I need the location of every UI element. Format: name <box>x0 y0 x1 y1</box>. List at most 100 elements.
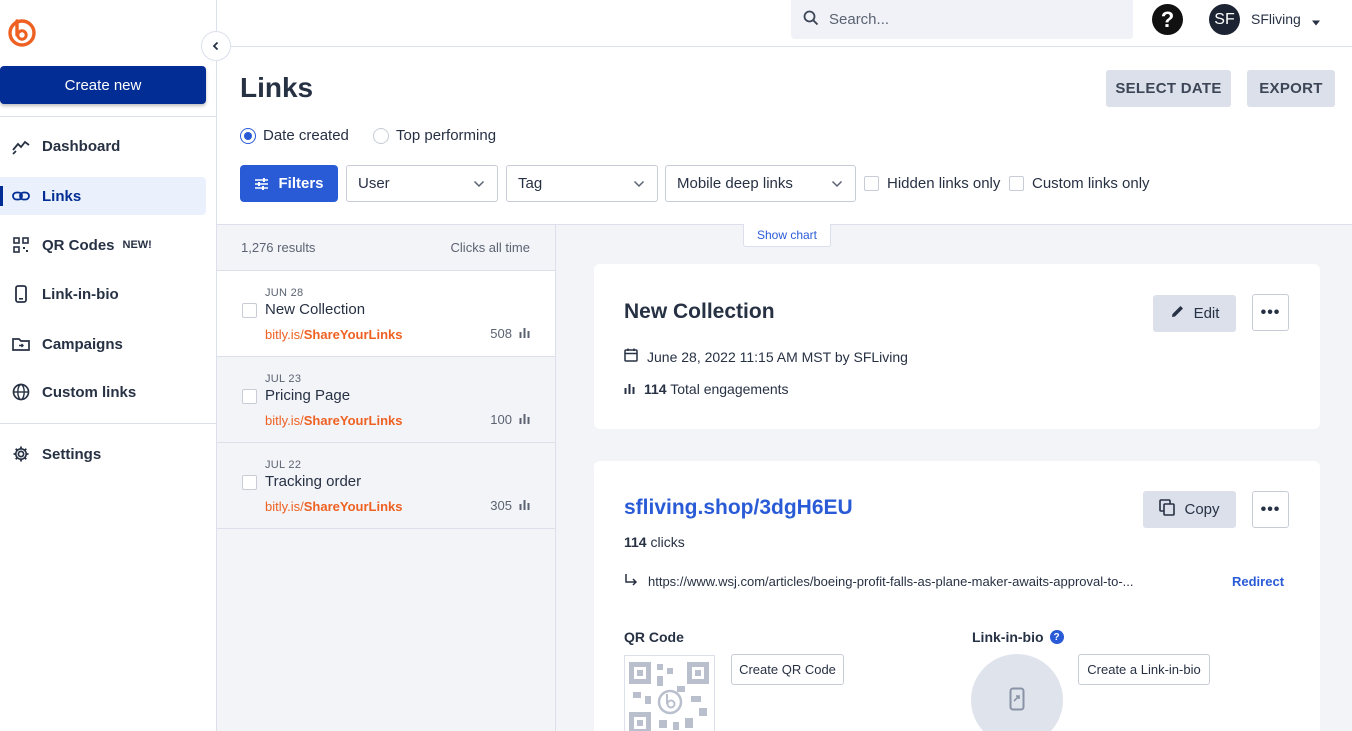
gear-icon <box>12 445 30 463</box>
checkbox-label: Custom links only <box>1032 175 1150 192</box>
list-item[interactable]: JUL 22 Tracking order bitly.is/ShareYour… <box>217 443 555 529</box>
link-title: New Collection <box>265 301 366 318</box>
custom-links-only-checkbox[interactable]: Custom links only <box>1009 175 1150 192</box>
clicks-summary: 114 clicks <box>624 534 685 550</box>
destination-url[interactable]: https://www.wsj.com/articles/boeing-prof… <box>648 574 1134 589</box>
sidebar-item-links[interactable]: Links <box>0 177 206 215</box>
filters-label: Filters <box>278 175 324 192</box>
sliders-icon <box>254 177 269 191</box>
bitly-logo-icon[interactable] <box>6 16 38 48</box>
search-box[interactable] <box>791 0 1133 39</box>
radio-unselected <box>373 127 389 144</box>
row-checkbox[interactable] <box>242 303 257 318</box>
radio-selected <box>240 127 256 144</box>
link-in-bio-label-text: Link-in-bio <box>972 629 1044 645</box>
bar-chart-icon <box>519 326 530 341</box>
tag-select[interactable]: Tag <box>506 165 658 202</box>
short-link-backhalf: ShareYourLinks <box>303 413 403 428</box>
link-title: Tracking order <box>265 473 362 490</box>
sidebar-item-link-in-bio[interactable]: Link-in-bio <box>0 275 206 313</box>
created-meta: June 28, 2022 11:15 AM MST by SFLiving <box>624 348 908 365</box>
search-input[interactable] <box>829 11 1109 28</box>
link-clicks: 305 <box>490 498 530 513</box>
sidebar-item-custom-links[interactable]: Custom links <box>0 373 206 411</box>
trend-icon <box>12 137 30 155</box>
link-list-panel: 1,276 results Clicks all time JUN 28 New… <box>217 225 556 731</box>
short-link-domain: bitly.is/ <box>265 499 304 514</box>
help-circle-icon[interactable]: ? <box>1049 630 1064 644</box>
page-title: Links <box>240 72 314 103</box>
sidebar-item-qr-codes[interactable]: QR Codes NEW! <box>0 226 206 264</box>
select-value: Mobile deep links <box>677 175 793 192</box>
click-count: 508 <box>490 326 512 341</box>
chevron-down-icon <box>831 175 843 192</box>
copy-button[interactable]: Copy <box>1143 491 1236 528</box>
sidebar-item-label: Links <box>42 187 82 205</box>
filters-button[interactable]: Filters <box>240 165 338 202</box>
avatar[interactable]: SF <box>1209 4 1240 35</box>
clicks-all-time-header: Clicks all time <box>450 240 530 255</box>
list-item[interactable]: JUN 28 New Collection bitly.is/ShareYour… <box>217 271 555 357</box>
sidebar-item-label: Link-in-bio <box>42 285 119 303</box>
more-options-button[interactable]: ••• <box>1252 294 1289 331</box>
radio-label: Date created <box>263 127 349 144</box>
engagements-count: 114 <box>644 381 667 397</box>
link-date: JUL 23 <box>265 373 302 385</box>
globe-icon <box>12 383 30 401</box>
show-chart-button[interactable]: Show chart <box>743 224 831 247</box>
checkbox-box <box>864 176 879 191</box>
list-header: 1,276 results Clicks all time <box>217 225 555 271</box>
results-count: 1,276 results <box>241 240 316 255</box>
more-options-button[interactable]: ••• <box>1252 491 1289 528</box>
list-item[interactable]: JUL 23 Pricing Page bitly.is/ShareYourLi… <box>217 357 555 443</box>
sidebar-divider <box>0 116 216 117</box>
redirect-arrow-icon <box>624 573 638 590</box>
select-value: User <box>358 175 390 192</box>
chevron-left-icon <box>211 38 221 54</box>
sidebar-item-settings[interactable]: Settings <box>0 435 206 473</box>
short-link-backhalf: ShareYourLinks <box>303 327 403 342</box>
export-button[interactable]: EXPORT <box>1247 70 1335 107</box>
sidebar-item-label: Settings <box>42 445 102 463</box>
caret-down-icon[interactable] <box>1311 14 1321 30</box>
sort-date-created-radio[interactable]: Date created <box>240 127 349 144</box>
sort-top-performing-radio[interactable]: Top performing <box>373 127 496 144</box>
user-select[interactable]: User <box>346 165 498 202</box>
help-icon[interactable]: ? <box>1152 4 1183 35</box>
calendar-icon <box>624 348 638 365</box>
top-bar: ? SF SFliving <box>217 0 1352 47</box>
link-clicks: 100 <box>490 412 530 427</box>
short-link-heading[interactable]: sfliving.shop/3dgH6EU <box>624 496 853 520</box>
link-date: JUN 28 <box>265 287 304 299</box>
copy-icon <box>1159 499 1176 520</box>
pencil-icon <box>1170 304 1185 323</box>
search-icon <box>803 10 819 29</box>
engagements-label: Total engagements <box>670 381 789 397</box>
folder-icon <box>12 335 30 353</box>
collapse-sidebar-button[interactable] <box>201 31 231 61</box>
qr-code-image <box>624 655 715 731</box>
bar-chart-icon <box>624 381 635 397</box>
short-link-backhalf: ShareYourLinks <box>303 499 403 514</box>
short-link: bitly.is/ShareYourLinks <box>265 327 403 342</box>
username[interactable]: SFliving <box>1251 11 1301 27</box>
sidebar-item-campaigns[interactable]: Campaigns <box>0 325 206 363</box>
row-checkbox[interactable] <box>242 389 257 404</box>
select-date-button[interactable]: SELECT DATE <box>1106 70 1231 107</box>
qr-code-label-text: QR Code <box>624 629 684 645</box>
qr-icon <box>12 236 30 254</box>
create-new-button[interactable]: Create new <box>0 66 206 104</box>
phone-icon <box>12 285 30 303</box>
row-checkbox[interactable] <box>242 475 257 490</box>
link-in-bio-placeholder <box>971 654 1063 731</box>
edit-button[interactable]: Edit <box>1153 295 1236 332</box>
sidebar-item-dashboard[interactable]: Dashboard <box>0 127 206 165</box>
sidebar: Create new Dashboard Links QR Codes NEW!… <box>0 0 217 731</box>
sidebar-item-label: Dashboard <box>42 137 121 155</box>
mobile-deep-links-select[interactable]: Mobile deep links <box>665 165 856 202</box>
hidden-links-only-checkbox[interactable]: Hidden links only <box>864 175 1000 192</box>
redirect-link[interactable]: Redirect <box>1232 574 1284 589</box>
create-link-in-bio-button[interactable]: Create a Link-in-bio <box>1078 654 1210 685</box>
bar-chart-icon <box>519 498 530 513</box>
create-qr-code-button[interactable]: Create QR Code <box>731 654 844 685</box>
